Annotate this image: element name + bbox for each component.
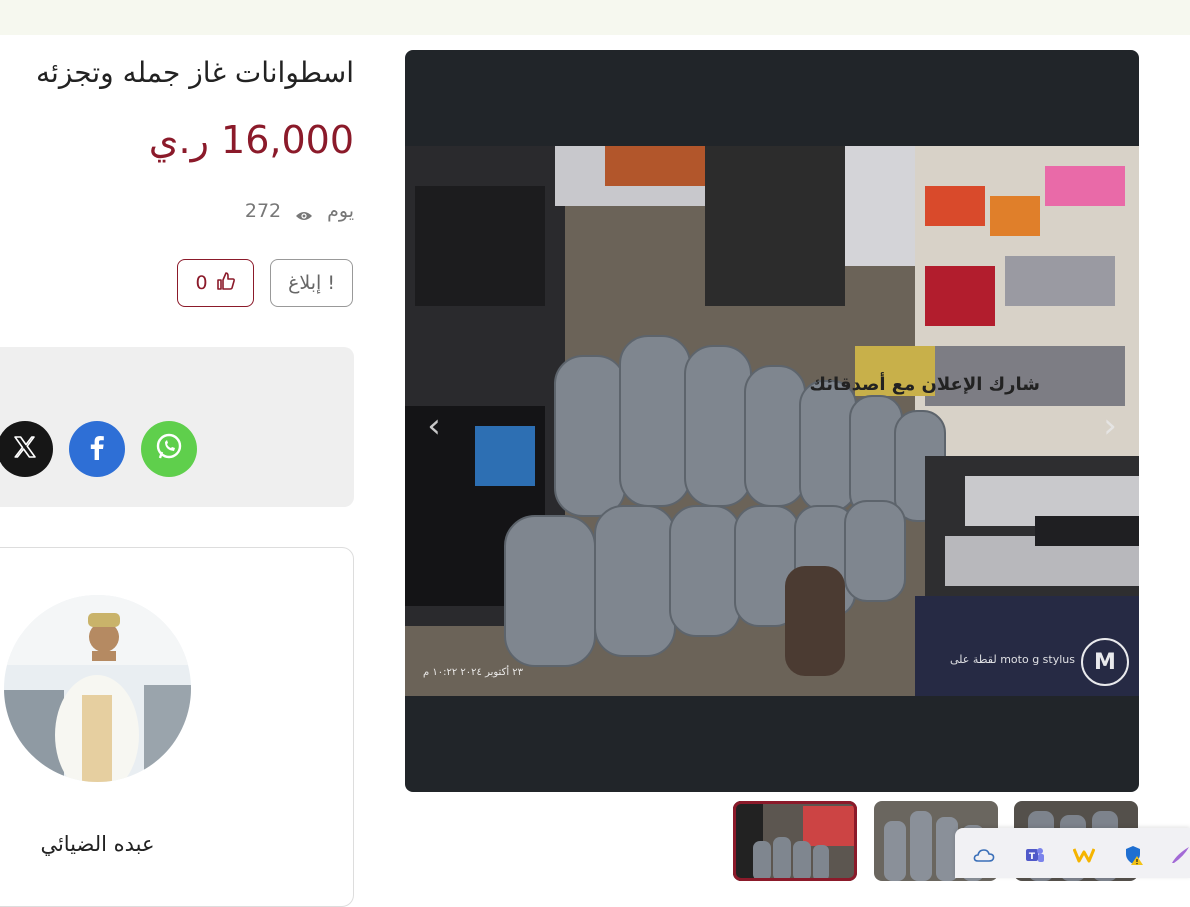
top-bar: [0, 0, 1190, 35]
svg-text:T: T: [1029, 852, 1036, 862]
posted-time: يوم: [327, 200, 354, 222]
seller-avatar[interactable]: [4, 595, 191, 782]
pen-icon[interactable]: [1169, 844, 1190, 866]
teams-icon[interactable]: T: [1023, 844, 1045, 866]
wps-icon[interactable]: [1073, 844, 1095, 866]
listing-title: اسطوانات غاز جمله وتجزئه: [36, 56, 354, 89]
facebook-icon: [83, 433, 111, 465]
thumbs-up-icon: [216, 271, 236, 296]
likes-count: 0: [195, 272, 208, 294]
system-tray: T: [955, 828, 1190, 878]
x-icon: [11, 433, 39, 465]
listing-photo: ‹ › ٢٣ أكتوبر ٢٠٢٤ ١٠:٢٢ م لقطة على moto…: [405, 146, 1139, 696]
next-image-button[interactable]: ›: [1093, 406, 1127, 446]
onedrive-cloud-icon[interactable]: [973, 844, 995, 866]
alert-icon: !: [327, 272, 335, 294]
defender-shield-icon[interactable]: [1123, 844, 1145, 866]
image-viewer[interactable]: ‹ › ٢٣ أكتوبر ٢٠٢٤ ١٠:٢٢ م لقطة على moto…: [405, 50, 1139, 792]
listing-price: 16,000 ر.ي: [148, 118, 354, 162]
facebook-share-button[interactable]: [69, 421, 125, 477]
thumbnail-1[interactable]: [733, 801, 857, 881]
report-button[interactable]: ! إبلاغ: [270, 259, 353, 307]
views-count: 272: [244, 200, 282, 222]
whatsapp-icon: [153, 431, 185, 467]
photo-timestamp: ٢٣ أكتوبر ٢٠٢٤ ١٠:٢٢ م: [423, 667, 524, 678]
eye-icon: [295, 205, 313, 220]
share-title: شارك الإعلان مع أصدقائك: [809, 374, 1040, 395]
previous-image-button[interactable]: ‹: [417, 406, 451, 446]
report-label: إبلاغ: [288, 272, 322, 294]
seller-name: عبده الضيائي: [40, 832, 155, 856]
listing-meta: يوم 272: [245, 200, 354, 222]
like-button[interactable]: 0: [177, 259, 254, 307]
whatsapp-share-button[interactable]: [141, 421, 197, 477]
motorola-logo-icon: M: [1081, 638, 1129, 686]
photo-watermark: لقطة على moto g stylus: [950, 653, 1075, 666]
